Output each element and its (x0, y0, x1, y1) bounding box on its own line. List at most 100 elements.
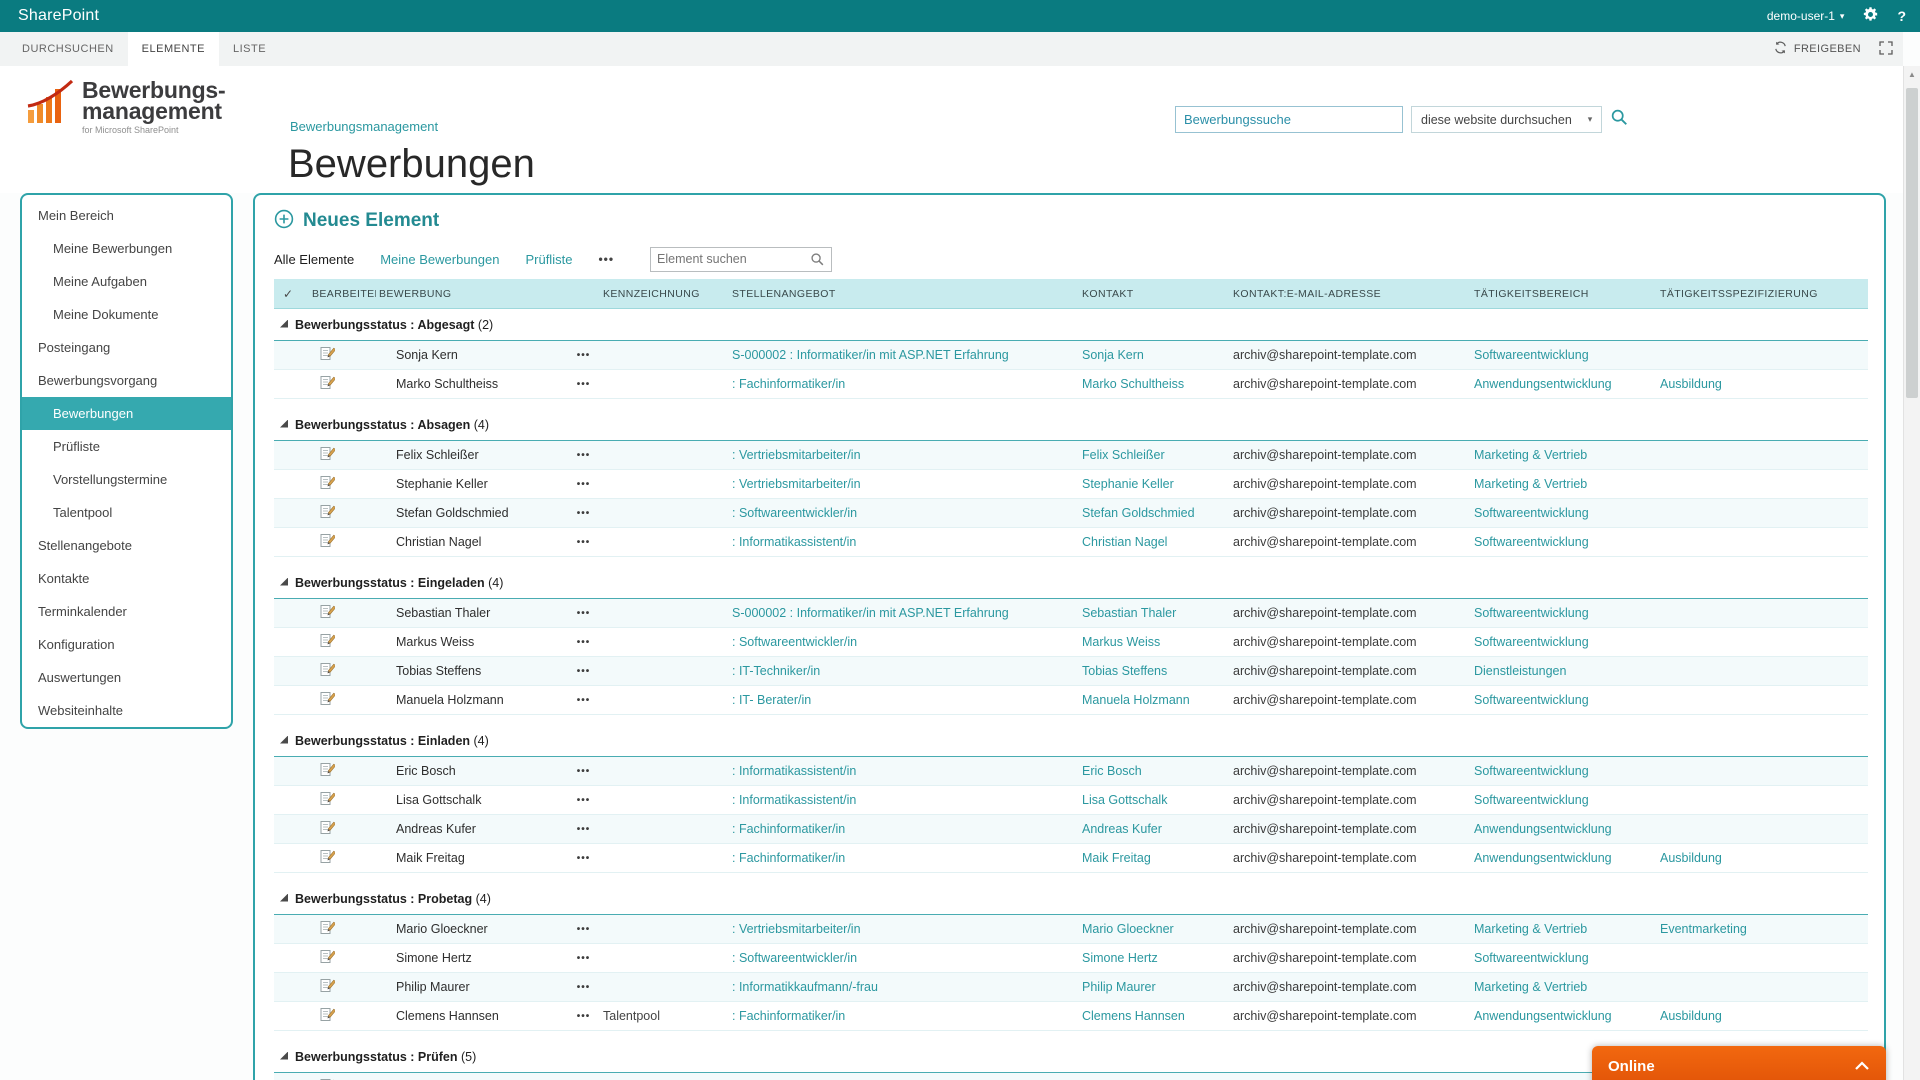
kontakt-link[interactable]: Mario Gloeckner (1082, 922, 1174, 936)
edit-item-icon[interactable] (320, 504, 335, 519)
view-prüfliste[interactable]: Prüfliste (525, 252, 572, 267)
item-menu-ellipsis[interactable]: ••• (564, 1011, 600, 1022)
taetigkeitsbereich-link[interactable]: Anwendungsentwicklung (1474, 851, 1612, 865)
item-menu-ellipsis[interactable]: ••• (564, 608, 600, 619)
edit-item-icon[interactable] (320, 791, 335, 806)
table-row[interactable]: Felix Schleißer ••• : Vertriebsmitarbeiter… (274, 441, 1868, 470)
sidebar-item-meine-bewerbungen[interactable]: Meine Bewerbungen (22, 232, 231, 265)
edit-item-icon[interactable] (320, 762, 335, 777)
edit-item-icon[interactable] (320, 604, 335, 619)
item-menu-ellipsis[interactable]: ••• (564, 766, 600, 777)
table-row[interactable]: Clemens Hannsen•••Talentpool: Fachinform… (274, 1002, 1868, 1031)
sharepoint-brand[interactable]: SharePoint (18, 7, 99, 25)
kontakt-link[interactable]: Clemens Hannsen (1082, 1009, 1185, 1023)
edit-item-icon[interactable] (320, 820, 335, 835)
taetigkeitsbereich-link[interactable]: Marketing & Vertrieb (1474, 477, 1587, 491)
settings-button[interactable] (1862, 6, 1879, 26)
table-row[interactable]: Stefan Goldschmied•••: Softwareentwickle… (274, 499, 1868, 528)
stellenangebot-link[interactable]: : Vertriebsmitarbeiter/in (732, 922, 861, 936)
kontakt-link[interactable]: Eric Bosch (1082, 764, 1142, 778)
kontakt-link[interactable]: Markus Weiss (1082, 635, 1160, 649)
kontakt-link[interactable]: Stephanie Keller (1082, 477, 1174, 491)
sidebar-item-meine-dokumente[interactable]: Meine Dokumente (22, 298, 231, 331)
column-header-kontakt-e-mail-adresse[interactable]: KONTAKT:E-MAIL-ADRESSE (1230, 288, 1471, 300)
stellenangebot-link[interactable]: : Informatikkaufmann/-frau (732, 980, 878, 994)
site-search-input[interactable] (1175, 106, 1403, 133)
table-row[interactable]: Eric Bosch•••: Informatikassistent/inEri… (274, 757, 1868, 786)
table-row[interactable]: Mario Gloeckner ••• : Vertriebsmitarbeiter… (274, 915, 1868, 944)
sidebar-item-konfiguration[interactable]: Konfiguration (22, 628, 231, 661)
taetigkeitsbereich-link[interactable]: Softwareentwicklung (1474, 506, 1589, 520)
scroll-up-button[interactable]: ▲ (1904, 66, 1920, 83)
edit-item-icon[interactable] (320, 691, 335, 706)
kontakt-link[interactable]: Felix Schleißer (1082, 448, 1165, 462)
kontakt-link[interactable]: Manuela Holzmann (1082, 693, 1190, 707)
stellenangebot-link[interactable]: S-000002 : Informatiker/in mit ASP.NET E… (732, 606, 1009, 620)
chat-widget[interactable]: Online (1592, 1046, 1886, 1080)
edit-item-icon[interactable] (320, 446, 335, 461)
table-row[interactable]: Philip Maurer•••: Informatikkaufmann/-fr… (274, 973, 1868, 1002)
group-header-probetag[interactable]: Bewerbungsstatus : Probetag (4) (274, 883, 1868, 915)
table-row[interactable]: Sonja Kern•••S-000002 : Informatiker/in … (274, 341, 1868, 370)
table-row[interactable]: Sebastian Thaler ••• S-000002 : Informatik… (274, 599, 1868, 628)
group-header-eingeladen[interactable]: Bewerbungsstatus : Eingeladen (4) (274, 567, 1868, 599)
taetigkeitsbereich-link[interactable]: Anwendungsentwicklung (1474, 822, 1612, 836)
table-row[interactable]: Lisa Gottschalk•••: Informatikassistent/… (274, 786, 1868, 815)
kontakt-link[interactable]: Stefan Goldschmied (1082, 506, 1195, 520)
column-header-stellenangebot[interactable]: STELLENANGEBOT (729, 288, 1079, 300)
stellenangebot-link[interactable]: : Vertriebsmitarbeiter/in (732, 448, 861, 462)
taetigkeitsbereich-link[interactable]: Anwendungsentwicklung (1474, 377, 1612, 391)
taetigkeitsbereich-link[interactable]: Softwareentwicklung (1474, 764, 1589, 778)
taetigkeitsspezifizierung-link[interactable]: Ausbildung (1660, 1009, 1722, 1023)
sidebar-item-meine-aufgaben[interactable]: Meine Aufgaben (22, 265, 231, 298)
scrollbar[interactable]: ▲ (1903, 66, 1920, 1080)
sidebar-item-auswertungen[interactable]: Auswertungen (22, 661, 231, 694)
tab-elemente[interactable]: ELEMENTE (128, 32, 219, 66)
kontakt-link[interactable]: Lisa Gottschalk (1082, 793, 1167, 807)
edit-item-icon[interactable] (320, 633, 335, 648)
taetigkeitsbereich-link[interactable]: Softwareentwicklung (1474, 348, 1589, 362)
taetigkeitsbereich-link[interactable]: Marketing & Vertrieb (1474, 448, 1587, 462)
group-header-absagen[interactable]: Bewerbungsstatus : Absagen (4) (274, 409, 1868, 441)
edit-item-icon[interactable] (320, 849, 335, 864)
item-menu-ellipsis[interactable]: ••• (564, 450, 600, 461)
sidebar-item-bewerbungen[interactable]: Bewerbungen (22, 397, 231, 430)
sidebar-item-vorstellungstermine[interactable]: Vorstellungstermine (22, 463, 231, 496)
freigeben-button[interactable]: FREIGEBEN (1773, 40, 1861, 58)
sidebar-item-talentpool[interactable]: Talentpool (22, 496, 231, 529)
stellenangebot-link[interactable]: : Vertriebsmitarbeiter/in (732, 477, 861, 491)
column-header-tätigkeitsspezifizierung[interactable]: TÄTIGKEITSSPEZIFIZIERUNG (1657, 288, 1868, 300)
taetigkeitsbereich-link[interactable]: Softwareentwicklung (1474, 951, 1589, 965)
tab-durchsuchen[interactable]: DURCHSUCHEN (8, 32, 128, 66)
edit-item-icon[interactable] (320, 346, 335, 361)
user-menu[interactable]: demo-user-1 ▾ (1767, 9, 1845, 23)
kontakt-link[interactable]: Andreas Kufer (1082, 822, 1162, 836)
taetigkeitsbereich-link[interactable]: Softwareentwicklung (1474, 635, 1589, 649)
search-button[interactable] (1610, 108, 1629, 132)
item-menu-ellipsis[interactable]: ••• (564, 924, 600, 935)
item-menu-ellipsis[interactable]: ••• (564, 508, 600, 519)
edit-item-icon[interactable] (320, 1007, 335, 1022)
edit-item-icon[interactable] (320, 375, 335, 390)
table-row[interactable]: Stephanie Keller•••: Vertriebsmitarbeite… (274, 470, 1868, 499)
sidebar-item-kontakte[interactable]: Kontakte (22, 562, 231, 595)
kontakt-link[interactable]: Marko Schultheiss (1082, 377, 1184, 391)
help-button[interactable]: ? (1897, 8, 1906, 24)
stellenangebot-link[interactable]: : Softwareentwickler/in (732, 635, 857, 649)
taetigkeitsbereich-link[interactable]: Softwareentwicklung (1474, 535, 1589, 549)
sidebar-item-posteingang[interactable]: Posteingang (22, 331, 231, 364)
column-header-bewerbung[interactable]: BEWERBUNG (376, 288, 564, 300)
stellenangebot-link[interactable]: : Fachinformatiker/in (732, 377, 845, 391)
kontakt-link[interactable]: Maik Freitag (1082, 851, 1151, 865)
sidebar-item-prüfliste[interactable]: Prüfliste (22, 430, 231, 463)
taetigkeitsbereich-link[interactable]: Softwareentwicklung (1474, 793, 1589, 807)
new-item-button[interactable]: Neues Element (274, 203, 439, 239)
kontakt-link[interactable]: Tobias Steffens (1082, 664, 1167, 678)
tab-liste[interactable]: LISTE (219, 32, 280, 66)
sidebar-item-terminkalender[interactable]: Terminkalender (22, 595, 231, 628)
item-menu-ellipsis[interactable]: ••• (564, 695, 600, 706)
table-row[interactable]: Marko Schultheiss•••: Fachinformatiker/i… (274, 370, 1868, 399)
edit-item-icon[interactable] (320, 949, 335, 964)
stellenangebot-link[interactable]: : Softwareentwickler/in (732, 951, 857, 965)
kontakt-link[interactable]: Sebastian Thaler (1082, 606, 1176, 620)
